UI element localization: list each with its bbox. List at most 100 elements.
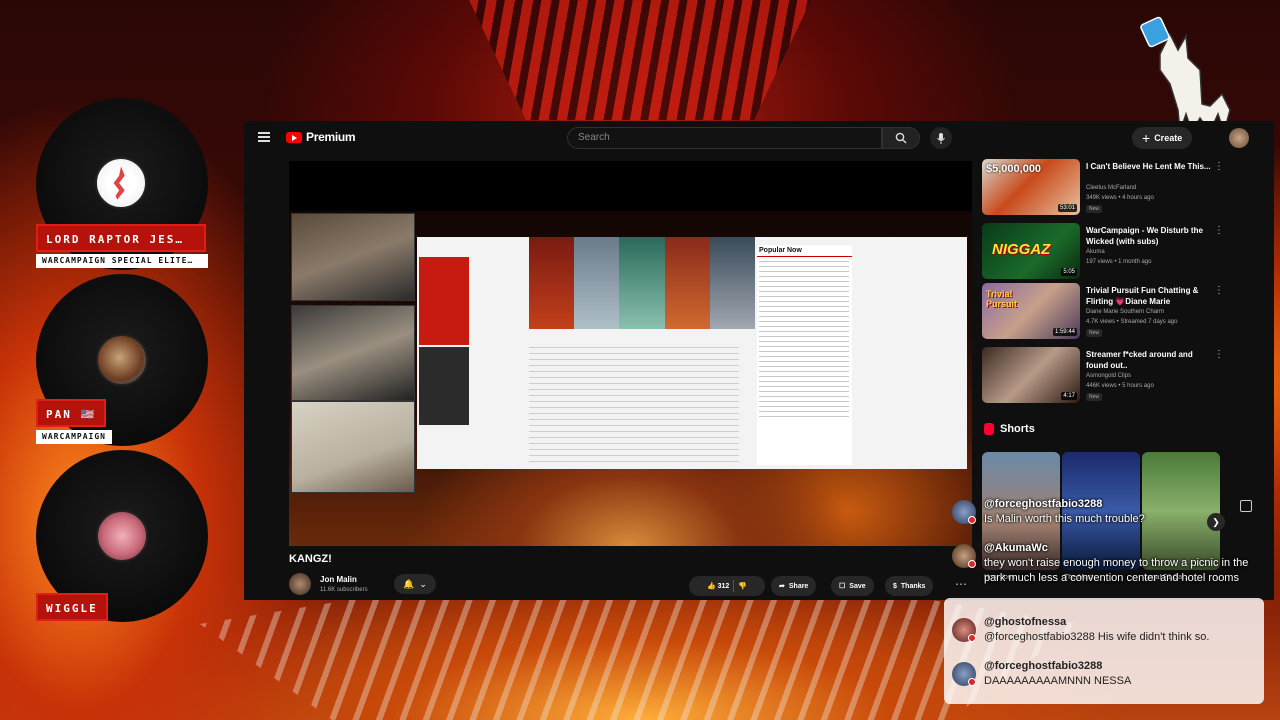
shorts-header: Shorts bbox=[984, 423, 1035, 435]
plus-icon: + bbox=[1142, 130, 1151, 146]
recommended-title: WarCampaign - We Disturb the Wicked (wit… bbox=[1086, 226, 1203, 246]
chat-message: @forceghostfabio3288 Is Malin worth this… bbox=[952, 498, 1252, 534]
shorts-icon bbox=[984, 423, 994, 435]
new-badge: New bbox=[1086, 393, 1103, 401]
youtube-badge-icon bbox=[968, 560, 976, 568]
youtube-logo-text: Premium bbox=[306, 130, 356, 144]
recommended-title: I Can't Believe He Lent Me This... bbox=[1086, 162, 1211, 171]
participant-name-badge: WIGGLE bbox=[36, 593, 108, 621]
video-title: KANGZ! bbox=[289, 553, 332, 565]
thumbnail-text: NIGGAZ bbox=[992, 241, 1051, 258]
more-vert-icon[interactable]: ⋮ bbox=[1214, 285, 1224, 296]
like-dislike-group: 👍 312 👎 bbox=[689, 576, 765, 596]
share-icon: ➦ bbox=[779, 583, 785, 590]
like-button[interactable]: 👍 312 bbox=[707, 582, 729, 590]
recommended-title: Trivial Pursuit Fun Chatting & Flirting … bbox=[1086, 286, 1199, 306]
chat-username: @ghostofnessa bbox=[984, 616, 1067, 628]
thanks-icon: $ bbox=[893, 582, 897, 590]
youtube-play-icon bbox=[286, 131, 302, 143]
menu-icon[interactable] bbox=[258, 132, 270, 142]
chat-message: @ghostofnessa @forceghostfabio3288 His w… bbox=[952, 616, 1252, 652]
thumbnail-text: Trivia! Pursuit bbox=[986, 289, 1018, 309]
voice-search-button[interactable] bbox=[930, 127, 952, 149]
video-player[interactable]: Popular Now bbox=[289, 161, 972, 546]
recommended-video[interactable]: NIGGAZ 5:05 WarCampaign - We Disturb the… bbox=[982, 223, 1227, 281]
save-label: Save bbox=[849, 582, 866, 590]
create-button[interactable]: + Create bbox=[1132, 127, 1193, 149]
thanks-button[interactable]: $ Thanks bbox=[885, 576, 934, 596]
chat-text: they won't raise enough money to throw a… bbox=[984, 557, 1249, 584]
chat-message: @AkumaWc they won't raise enough money t… bbox=[952, 542, 1252, 602]
recommended-title: Streamer f*cked around and found out.. bbox=[1086, 350, 1193, 370]
webcam-feed bbox=[291, 305, 415, 401]
save-button[interactable]: ☐ Save bbox=[831, 576, 874, 596]
article-popular-sidebar: Popular Now bbox=[757, 245, 852, 465]
shared-article: Popular Now bbox=[417, 237, 967, 469]
video-thumbnail: NIGGAZ 5:05 bbox=[982, 223, 1080, 279]
chat-text: Is Malin worth this much trouble? bbox=[984, 513, 1145, 525]
article-header-images bbox=[529, 237, 756, 329]
channel-name[interactable]: Jon Malin bbox=[320, 575, 357, 584]
new-badge: New bbox=[1086, 329, 1103, 337]
recommended-meta: 4.7K views • Streamed 7 days ago bbox=[1086, 319, 1178, 325]
lizard-icon bbox=[113, 166, 125, 200]
recommended-meta: 197 views • 1 month ago bbox=[1086, 259, 1152, 265]
chat-username: @AkumaWc bbox=[984, 542, 1048, 554]
popular-now-title: Popular Now bbox=[757, 245, 852, 257]
video-thumbnail: $5,000,000 53:01 bbox=[982, 159, 1080, 215]
notification-bell-button[interactable]: 🔔 ⌄ bbox=[394, 574, 436, 594]
webcam-grid bbox=[291, 213, 415, 495]
bookmark-icon: ☐ bbox=[839, 583, 846, 590]
chat-username: @forceghostfabio3288 bbox=[984, 660, 1103, 672]
thumbs-up-icon: 👍 bbox=[706, 583, 716, 590]
shorts-title: Shorts bbox=[1000, 423, 1035, 435]
recommended-channel: Diane Marie Southern Charm bbox=[1086, 309, 1165, 315]
channel-avatar[interactable] bbox=[289, 573, 311, 595]
more-vert-icon[interactable]: ⋮ bbox=[1214, 225, 1224, 236]
share-button[interactable]: ➦ Share bbox=[771, 576, 817, 596]
participant-name-badge: LORD RAPTOR JES… bbox=[36, 224, 206, 252]
subscriber-count: 11.6K subscribers bbox=[320, 587, 368, 593]
chat-text: DAAAAAAAAAMNNN NESSA bbox=[984, 675, 1132, 687]
search-button[interactable] bbox=[882, 127, 920, 149]
article-ad-banner bbox=[419, 257, 469, 345]
chevron-down-icon: ⌄ bbox=[419, 578, 427, 589]
participant-subtitle-badge: WARCAMPAIGN SPECIAL ELITE… bbox=[36, 254, 208, 268]
video-duration: 4:17 bbox=[1061, 392, 1077, 400]
video-duration: 1:59:44 bbox=[1052, 328, 1077, 336]
chat-username: @forceghostfabio3288 bbox=[984, 498, 1103, 510]
thanks-label: Thanks bbox=[900, 582, 926, 590]
youtube-top-bar: Premium Search + Create bbox=[244, 121, 1274, 155]
more-vert-icon[interactable]: ⋮ bbox=[1214, 161, 1224, 172]
webcam-feed bbox=[291, 401, 415, 493]
youtube-badge-icon bbox=[968, 634, 976, 642]
recommended-channel: Cleetus McFarland bbox=[1086, 185, 1137, 191]
chat-message: @forceghostfabio3288 DAAAAAAAAAMNNN NESS… bbox=[952, 660, 1252, 696]
account-avatar[interactable] bbox=[1229, 128, 1249, 148]
recommended-video[interactable]: 4:17 Streamer f*cked around and found ou… bbox=[982, 347, 1227, 405]
recommended-channel: Akuma bbox=[1086, 249, 1105, 255]
chat-text: @forceghostfabio3288 His wife didn't thi… bbox=[984, 631, 1210, 643]
dislike-button[interactable]: 👎 bbox=[738, 582, 747, 590]
participant-subtitle-badge: WARCAMPAIGN bbox=[36, 430, 112, 444]
recommended-video[interactable]: Trivia! Pursuit 1:59:44 Trivial Pursuit … bbox=[982, 283, 1227, 341]
recommended-meta: 446K views • 5 hours ago bbox=[1086, 383, 1154, 389]
avatar bbox=[95, 157, 147, 209]
search-input[interactable]: Search bbox=[567, 127, 882, 149]
recommended-video[interactable]: $5,000,000 53:01 I Can't Believe He Lent… bbox=[982, 159, 1227, 217]
divider bbox=[733, 580, 735, 592]
youtube-logo[interactable]: Premium bbox=[286, 130, 356, 144]
bell-icon: 🔔 bbox=[403, 578, 415, 589]
popular-list bbox=[759, 261, 849, 421]
new-badge: New bbox=[1086, 205, 1103, 213]
thumbs-down-icon: 👎 bbox=[738, 583, 748, 590]
share-label: Share bbox=[788, 582, 809, 590]
article-body-text bbox=[529, 347, 739, 467]
youtube-badge-icon bbox=[968, 516, 976, 524]
webcam-feed bbox=[291, 213, 415, 301]
avatar bbox=[96, 334, 148, 386]
create-label: Create bbox=[1154, 133, 1183, 143]
thumbnail-text: $5,000,000 bbox=[986, 163, 1042, 175]
recommended-meta: 349K views • 4 hours ago bbox=[1086, 195, 1154, 201]
more-vert-icon[interactable]: ⋮ bbox=[1214, 349, 1224, 360]
